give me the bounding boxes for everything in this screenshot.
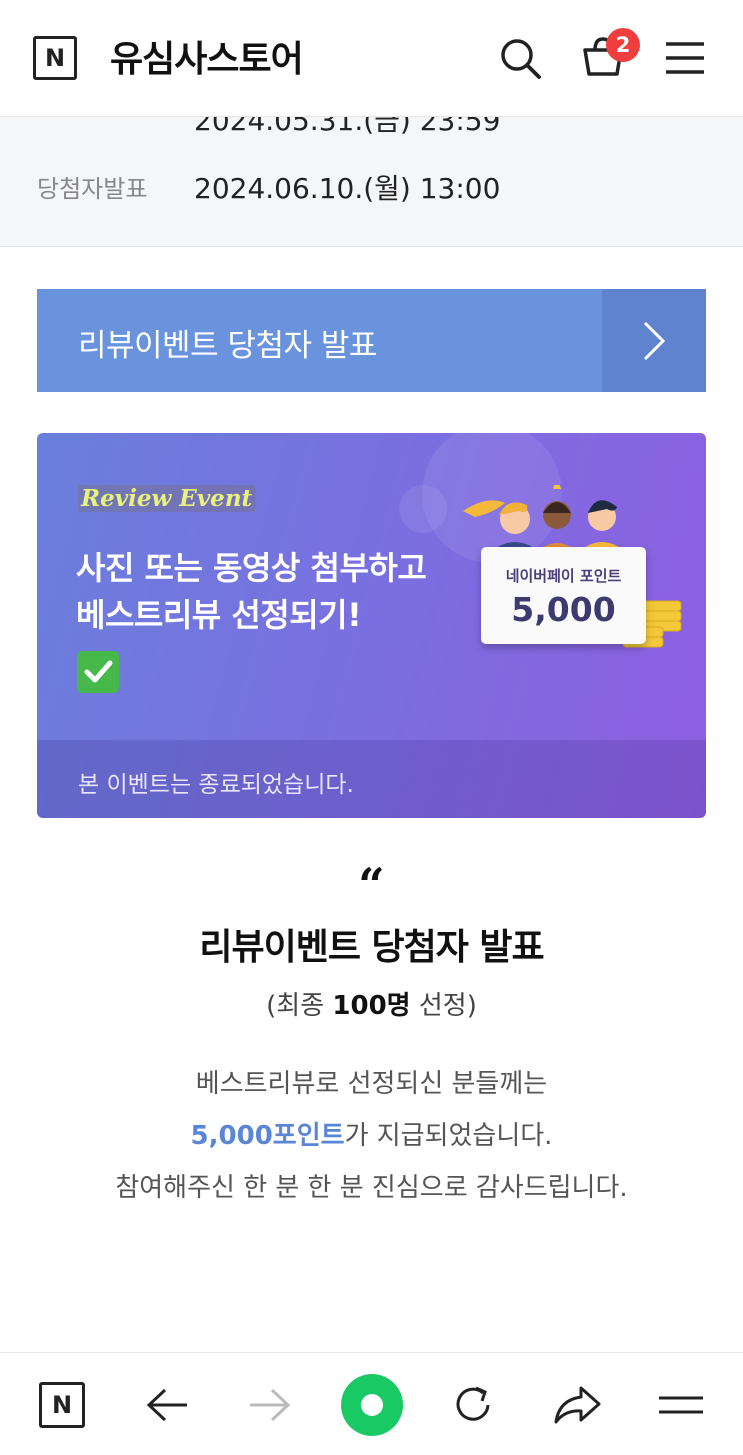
announcement-line-1: 베스트리뷰로 선정되신 분들께는: [195, 1069, 548, 1099]
back-arrow-icon[interactable]: [142, 1379, 192, 1431]
review-event-tag: Review Event: [78, 485, 256, 512]
home-dot: [361, 1394, 383, 1416]
event-info-box: 2024.05.31.(금) 23:59 당첨자발표 2024.06.10.(월…: [0, 117, 743, 247]
event-headline: 사진 또는 동영상 첨부하고 베스트리뷰 선정되기!: [76, 549, 427, 634]
subtitle-suffix: 선정): [410, 991, 477, 1021]
browser-bottom-nav: N: [0, 1352, 743, 1455]
decor-circle: [399, 485, 447, 533]
subtitle-prefix: (최종: [266, 991, 333, 1021]
quote-mark: “: [358, 858, 385, 912]
event-ended-bar: 본 이벤트는 종료되었습니다.: [37, 740, 706, 818]
announcement-subtitle: (최종 100명 선정): [0, 985, 743, 1022]
winner-button-label: 리뷰이벤트 당첨자 발표: [78, 328, 377, 364]
points-highlight: 5,000포인트: [190, 1121, 345, 1151]
cart-count-badge: 2: [606, 28, 640, 62]
announcement-body: 베스트리뷰로 선정되신 분들께는 5,000포인트가 지급되었습니다. 참여해주…: [0, 1058, 743, 1214]
announce-date-value: 2024.06.10.(월) 13:00: [194, 172, 501, 205]
point-card-label: 네이버페이 포인트: [505, 567, 622, 585]
menu-icon[interactable]: [664, 40, 706, 76]
refresh-icon[interactable]: [448, 1379, 498, 1431]
winner-announcement-button[interactable]: 리뷰이벤트 당첨자 발표: [37, 289, 706, 392]
event-ended-notice: 본 이벤트는 종료되었습니다.: [78, 772, 354, 798]
menu-icon[interactable]: [656, 1379, 706, 1431]
review-event-banner[interactable]: Review Event 사진 또는 동영상 첨부하고 베스트리뷰 선정되기! …: [37, 433, 706, 818]
chevron-right-icon: [602, 289, 706, 392]
point-card: 네이버페이 포인트 5,000: [481, 547, 646, 644]
share-icon[interactable]: [552, 1379, 602, 1431]
naver-n-icon[interactable]: N: [37, 1379, 87, 1431]
nav-logo-letter: N: [39, 1382, 85, 1428]
check-icon: [77, 651, 119, 693]
announcement-line-2: 5,000포인트가 지급되었습니다.: [0, 1110, 743, 1162]
line-2-rest: 가 지급되었습니다.: [344, 1121, 553, 1151]
store-header: N 유심사스토어 2: [0, 0, 743, 117]
winner-count: 100명: [332, 991, 411, 1021]
event-period-end: 2024.05.31.(금) 23:59: [194, 117, 501, 137]
announcement-title: 리뷰이벤트 당첨자 발표: [199, 927, 544, 968]
forward-arrow-icon[interactable]: [245, 1379, 295, 1431]
point-card-value: 5,000: [511, 590, 616, 629]
announcement-line-3: 참여해주신 한 분 한 분 진심으로 감사드립니다.: [115, 1173, 628, 1203]
store-title[interactable]: 유심사스토어: [110, 30, 304, 82]
home-icon[interactable]: [341, 1374, 403, 1436]
search-icon[interactable]: [498, 36, 542, 80]
people-illustration: [463, 485, 629, 555]
announce-date-label: 당첨자발표: [37, 175, 148, 203]
naver-n-icon[interactable]: N: [33, 36, 77, 80]
